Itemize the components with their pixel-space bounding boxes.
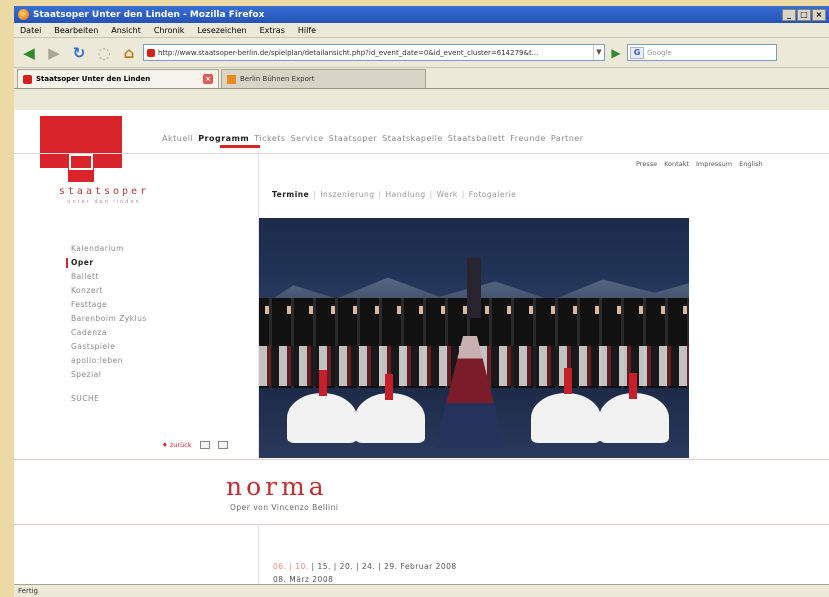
logo-text: staatsoper xyxy=(58,186,150,197)
link-english[interactable]: English xyxy=(739,160,762,168)
opera-title-box: norma Oper von Vincenzo Bellini xyxy=(14,459,829,525)
search-placeholder: Google xyxy=(647,48,672,57)
nav-partner[interactable]: Partner xyxy=(551,134,584,143)
dates-line-february: 06. | 10. | 15. | 20. | 24. | 29. Februa… xyxy=(273,560,457,573)
nav-programm[interactable]: Programm xyxy=(198,134,249,143)
back-link[interactable]: ♦ zurück xyxy=(162,441,192,449)
active-nav-indicator xyxy=(220,145,260,148)
sidenav-gastspiele[interactable]: Gastspiele xyxy=(71,340,147,354)
nav-tickets[interactable]: Tickets xyxy=(254,134,285,143)
upcoming-dates[interactable]: | 15. | 20. | 24. | 29. Februar 2008 xyxy=(309,562,457,571)
minimize-button[interactable]: _ xyxy=(782,8,796,21)
sidenav-kalendarium[interactable]: Kalendarium xyxy=(71,242,147,256)
subnav-inszenierung[interactable]: Inszenierung xyxy=(320,190,374,199)
sidenav-apollo-leben[interactable]: apollo:leben xyxy=(71,354,147,368)
sidenav-cadenza[interactable]: Cadenza xyxy=(71,326,147,340)
subnav-handlung[interactable]: Handlung xyxy=(386,190,426,199)
close-button[interactable]: × xyxy=(812,8,826,21)
main-navigation: Aktuell Programm Tickets Service Staatso… xyxy=(162,134,584,143)
dates-line-march[interactable]: 08. März 2008 xyxy=(273,573,457,584)
tab-label: Berlin Bühnen Export xyxy=(240,75,315,83)
opera-house-icon xyxy=(69,154,93,170)
email-icon[interactable] xyxy=(217,441,228,449)
search-bar[interactable]: G Google xyxy=(627,44,777,61)
back-arrow-icon[interactable]: ◀ xyxy=(18,42,40,64)
side-navigation: Kalendarium Oper Ballett Konzert Festtag… xyxy=(66,242,147,406)
menu-lesezeichen[interactable]: Lesezeichen xyxy=(197,26,246,35)
menu-extras[interactable]: Extras xyxy=(260,26,285,35)
menu-bar: Datei Bearbeiten Ansicht Chronik Lesezei… xyxy=(14,23,829,38)
home-icon[interactable]: ⌂ xyxy=(118,42,140,64)
tab-bar: Staatsoper Unter den Linden × Berlin Büh… xyxy=(14,68,829,89)
opera-subtitle: Oper von Vincenzo Bellini xyxy=(230,503,339,512)
production-photo xyxy=(259,218,689,458)
nav-staatsoper[interactable]: Staatsoper xyxy=(329,134,378,143)
browser-window: Staatsoper Unter den Linden - Mozilla Fi… xyxy=(14,6,829,597)
menu-hilfe[interactable]: Hilfe xyxy=(298,26,316,35)
utility-navigation: Presse Kontakt Impressum English xyxy=(636,160,763,168)
sidenav-ballett[interactable]: Ballett xyxy=(71,270,147,284)
forward-arrow-icon[interactable]: ▶ xyxy=(43,42,65,64)
tab-staatsoper[interactable]: Staatsoper Unter den Linden × xyxy=(17,69,219,88)
page-viewport: staatsoper unter den linden Aktuell Prog… xyxy=(14,110,829,584)
menu-datei[interactable]: Datei xyxy=(20,26,41,35)
navigation-toolbar: ◀ ▶ ↻ ◌ ⌂ http://www.staatsoper-berlin.d… xyxy=(14,38,829,68)
url-text: http://www.staatsoper-berlin.de/spielpla… xyxy=(158,48,539,57)
side-actions: ♦ zurück xyxy=(162,441,228,449)
header-divider xyxy=(14,153,829,154)
link-impressum[interactable]: Impressum xyxy=(696,160,732,168)
subnav-termine[interactable]: Termine xyxy=(272,190,309,199)
past-dates[interactable]: 06. | 10. xyxy=(273,562,309,571)
print-icon[interactable] xyxy=(199,441,210,449)
link-kontakt[interactable]: Kontakt xyxy=(664,160,689,168)
sidenav-festtage[interactable]: Festtage xyxy=(71,298,147,312)
maximize-button[interactable]: □ xyxy=(797,8,811,21)
staatsoper-favicon-icon xyxy=(23,74,32,84)
nav-aktuell[interactable]: Aktuell xyxy=(162,134,193,143)
performance-dates: 06. | 10. | 15. | 20. | 24. | 29. Februa… xyxy=(273,560,457,584)
firefox-icon xyxy=(18,9,29,20)
nav-staatskapelle[interactable]: Staatskapelle xyxy=(382,134,443,143)
nav-service[interactable]: Service xyxy=(291,134,324,143)
sidenav-oper[interactable]: Oper xyxy=(66,256,147,270)
subnav-werk[interactable]: Werk xyxy=(437,190,458,199)
sidenav-spezial[interactable]: Spezial xyxy=(71,368,147,382)
url-bar[interactable]: http://www.staatsoper-berlin.de/spielpla… xyxy=(143,44,605,61)
status-bar: Fertig xyxy=(14,584,829,597)
sidenav-barenboim-zyklus[interactable]: Barenboim Zyklus xyxy=(71,312,147,326)
window-title: Staatsoper Unter den Linden - Mozilla Fi… xyxy=(33,9,265,20)
menu-ansicht[interactable]: Ansicht xyxy=(111,26,141,35)
nav-freunde[interactable]: Freunde xyxy=(510,134,546,143)
opera-title: norma xyxy=(226,472,328,501)
menu-bearbeiten[interactable]: Bearbeiten xyxy=(54,26,98,35)
stop-icon[interactable]: ◌ xyxy=(93,42,115,64)
berlin-buehnen-favicon-icon xyxy=(227,74,236,84)
tab-close-icon[interactable]: × xyxy=(203,74,213,84)
reload-icon[interactable]: ↻ xyxy=(68,42,90,64)
tab-berlin-buehnen[interactable]: Berlin Bühnen Export xyxy=(221,69,426,88)
tab-label: Staatsoper Unter den Linden xyxy=(36,75,151,83)
nav-staatsballett[interactable]: Staatsballett xyxy=(448,134,505,143)
google-search-engine-icon[interactable]: G xyxy=(630,46,644,59)
subnav-fotogalerie[interactable]: Fotogalerie xyxy=(469,190,517,199)
logo-subtitle: unter den linden xyxy=(67,199,141,205)
sidenav-konzert[interactable]: Konzert xyxy=(71,284,147,298)
window-controls: _ □ × xyxy=(782,8,829,21)
sidenav-suche[interactable]: SUCHE xyxy=(71,392,147,406)
go-arrow-icon[interactable]: ▶ xyxy=(608,45,624,61)
url-dropdown-icon[interactable]: ▼ xyxy=(593,45,604,60)
menu-chronik[interactable]: Chronik xyxy=(154,26,185,35)
title-bar: Staatsoper Unter den Linden - Mozilla Fi… xyxy=(14,6,829,23)
site-favicon-icon xyxy=(147,48,155,57)
sub-navigation: Termine | Inszenierung | Handlung | Werk… xyxy=(272,190,517,199)
link-presse[interactable]: Presse xyxy=(636,160,657,168)
